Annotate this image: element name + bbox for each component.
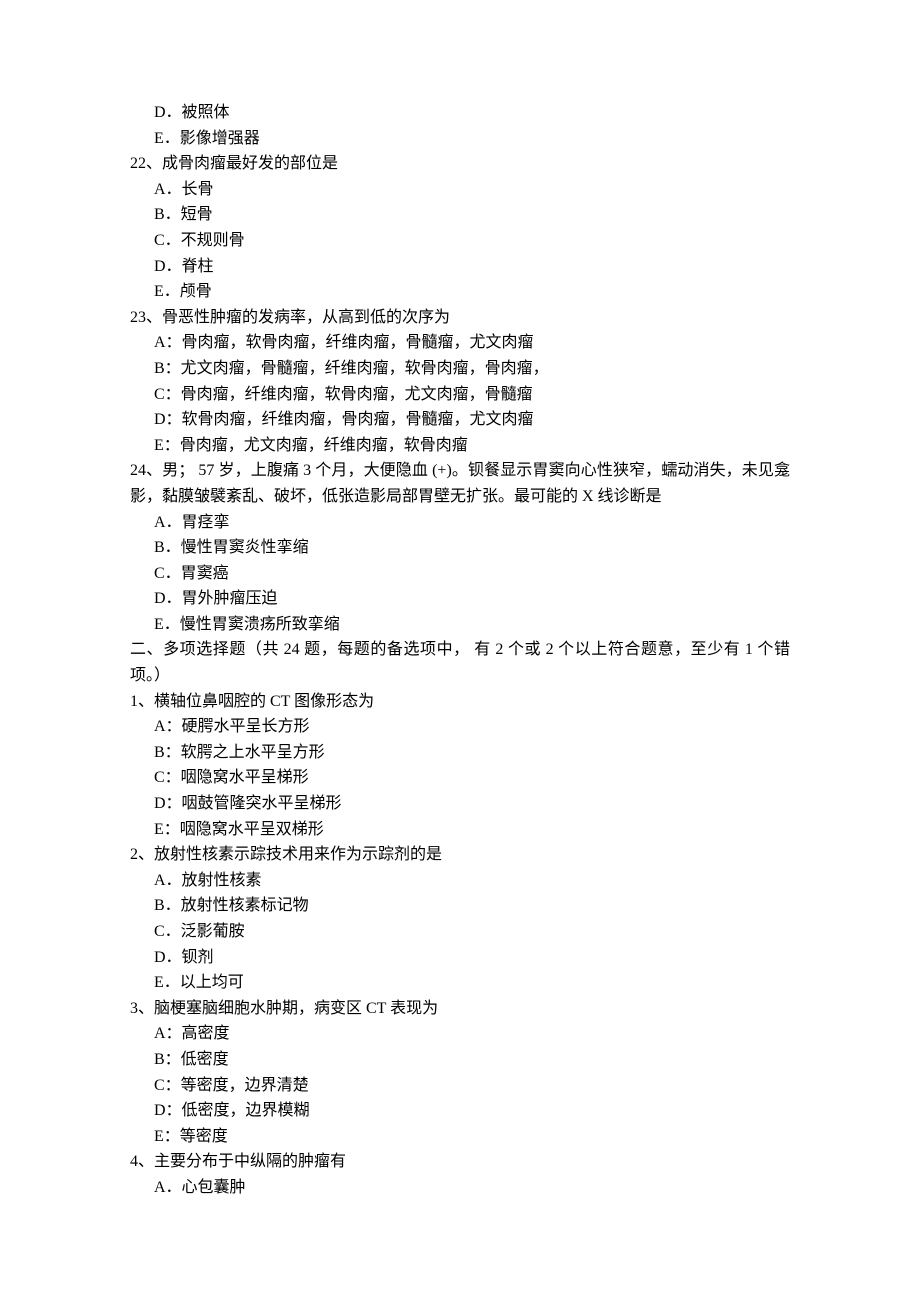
- s2q1-stem: 1、横轴位鼻咽腔的 CT 图像形态为: [130, 689, 790, 715]
- s2q1-option-d: D：咽鼓管隆突水平呈梯形: [130, 791, 790, 817]
- s2q1-option-c: C：咽隐窝水平呈梯形: [130, 765, 790, 791]
- s2q3-option-b: B：低密度: [130, 1047, 790, 1073]
- q23-option-e: E：骨肉瘤，尤文肉瘤，纤维肉瘤，软骨肉瘤: [130, 433, 790, 459]
- s2q1-option-a: A：硬腭水平呈长方形: [130, 714, 790, 740]
- q23-option-a: A：骨肉瘤，软骨肉瘤，纤维肉瘤，骨髓瘤，尤文肉瘤: [130, 330, 790, 356]
- s2q4-stem: 4、主要分布于中纵隔的肿瘤有: [130, 1149, 790, 1175]
- s2q2-option-a: A．放射性核素: [130, 868, 790, 894]
- q24-option-d: D．胃外肿瘤压迫: [130, 586, 790, 612]
- q21-option-d: D．被照体: [130, 100, 790, 126]
- s2q2-option-c: C．泛影葡胺: [130, 919, 790, 945]
- s2q4-option-a: A．心包囊肿: [130, 1175, 790, 1201]
- q24-option-c: C．胃窦癌: [130, 561, 790, 587]
- s2q3-option-a: A：高密度: [130, 1021, 790, 1047]
- document-page: D．被照体 E．影像增强器 22、成骨肉瘤最好发的部位是 A．长骨 B．短骨 C…: [0, 0, 920, 1303]
- s2q3-option-c: C：等密度，边界清楚: [130, 1073, 790, 1099]
- q24-option-b: B．慢性胃窦炎性挛缩: [130, 535, 790, 561]
- q22-option-e: E．颅骨: [130, 279, 790, 305]
- s2q1-option-b: B：软腭之上水平呈方形: [130, 740, 790, 766]
- q22-option-b: B．短骨: [130, 202, 790, 228]
- s2q2-option-b: B．放射性核素标记物: [130, 893, 790, 919]
- s2q2-option-e: E．以上均可: [130, 970, 790, 996]
- q24-option-a: A．胃痉挛: [130, 510, 790, 536]
- q22-option-a: A．长骨: [130, 177, 790, 203]
- section-2-heading: 二、多项选择题（共 24 题，每题的备选项中， 有 2 个或 2 个以上符合题意…: [130, 637, 790, 688]
- q23-stem: 23、骨恶性肿瘤的发病率，从高到低的次序为: [130, 305, 790, 331]
- q22-option-d: D．脊柱: [130, 254, 790, 280]
- q24-stem: 24、男； 57 岁，上腹痛 3 个月，大便隐血 (+)。钡餐显示胃窦向心性狭窄…: [130, 458, 790, 509]
- q22-option-c: C．不规则骨: [130, 228, 790, 254]
- q23-option-d: D：软骨肉瘤，纤维肉瘤，骨肉瘤，骨髓瘤，尤文肉瘤: [130, 407, 790, 433]
- s2q1-option-e: E：咽隐窝水平呈双梯形: [130, 817, 790, 843]
- s2q3-option-d: D：低密度，边界模糊: [130, 1098, 790, 1124]
- q22-stem: 22、成骨肉瘤最好发的部位是: [130, 151, 790, 177]
- q23-option-c: C：骨肉瘤，纤维肉瘤，软骨肉瘤，尤文肉瘤，骨髓瘤: [130, 382, 790, 408]
- q21-option-e: E．影像增强器: [130, 126, 790, 152]
- s2q2-option-d: D．钡剂: [130, 945, 790, 971]
- s2q3-option-e: E：等密度: [130, 1124, 790, 1150]
- s2q2-stem: 2、放射性核素示踪技术用来作为示踪剂的是: [130, 842, 790, 868]
- q23-option-b: B：尤文肉瘤，骨髓瘤，纤维肉瘤，软骨肉瘤，骨肉瘤，: [130, 356, 790, 382]
- q24-option-e: E．慢性胃窦溃疡所致挛缩: [130, 612, 790, 638]
- s2q3-stem: 3、脑梗塞脑细胞水肿期，病变区 CT 表现为: [130, 996, 790, 1022]
